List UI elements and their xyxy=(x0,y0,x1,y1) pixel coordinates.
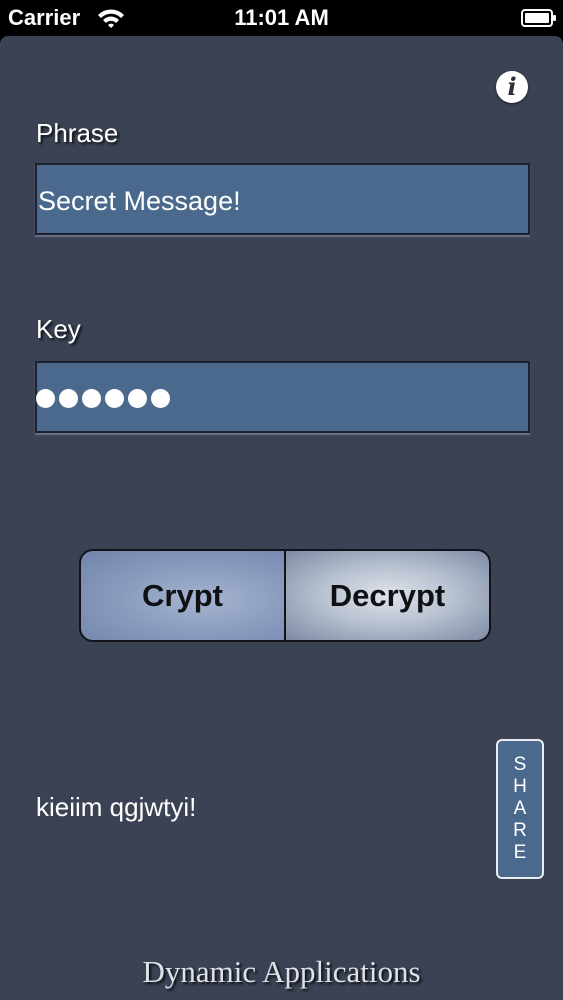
battery-icon xyxy=(521,9,556,27)
mode-segmented-control[interactable]: Crypt Decrypt xyxy=(79,549,491,642)
footer-brand-logo: Dynamic Applications xyxy=(142,954,421,989)
decrypt-button[interactable]: Decrypt xyxy=(286,551,489,640)
masked-char-dot xyxy=(82,389,101,408)
phrase-label: Phrase xyxy=(36,118,119,148)
key-label: Key xyxy=(36,314,81,344)
app-screen: i Phrase Secret Message! Key Crypt Decry… xyxy=(0,36,563,1000)
masked-char-dot xyxy=(105,389,124,408)
key-masked-value xyxy=(36,389,170,409)
status-bar: Carrier 11:01 AM xyxy=(0,0,563,36)
phrase-input[interactable]: Secret Message! xyxy=(35,163,530,235)
info-icon[interactable]: i xyxy=(496,71,528,103)
crypt-button[interactable]: Crypt xyxy=(81,551,286,640)
masked-char-dot xyxy=(128,389,147,408)
result-output: kieiim qgjwtyi! xyxy=(36,792,197,822)
masked-char-dot xyxy=(36,389,55,408)
masked-char-dot xyxy=(59,389,78,408)
share-label: SHARE xyxy=(513,754,527,863)
clock-time: 11:01 AM xyxy=(234,5,329,30)
share-button[interactable]: SHARE xyxy=(496,739,544,879)
masked-char-dot xyxy=(151,389,170,408)
